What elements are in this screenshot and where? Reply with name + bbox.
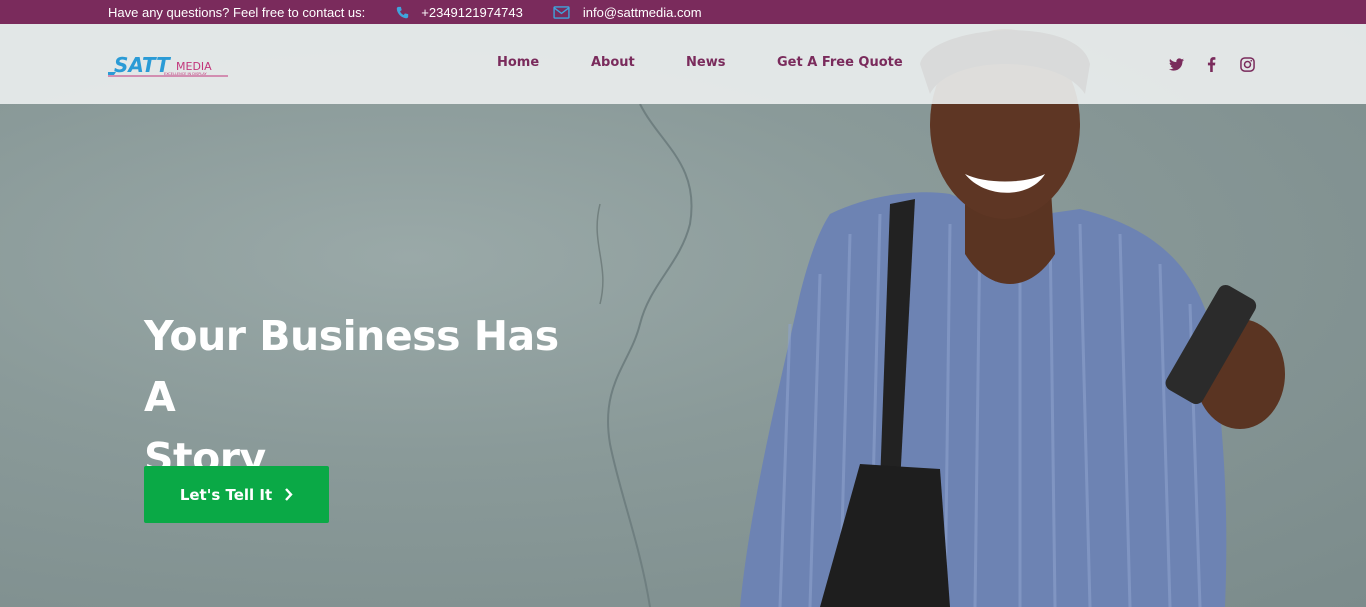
hero-photo-woman: [740, 29, 1285, 607]
phone-number: +2349121974743: [421, 4, 523, 20]
chevron-right-icon: [284, 488, 293, 501]
top-contact-bar: Have any questions? Feel free to contact…: [0, 0, 1366, 24]
cta-label: Let's Tell It: [179, 485, 273, 504]
svg-text:EXCELLENCE IN DISPLAY: EXCELLENCE IN DISPLAY: [164, 72, 207, 76]
lets-tell-it-button[interactable]: Let's Tell It: [144, 466, 329, 523]
email-address: info@sattmedia.com: [582, 4, 702, 20]
main-navbar: SATT MEDIA EXCELLENCE IN DISPLAY Home Ab…: [0, 24, 1366, 104]
instagram-icon[interactable]: [1239, 56, 1255, 72]
envelope-icon: [553, 5, 571, 19]
contact-prompt: Have any questions? Feel free to contact…: [108, 4, 366, 20]
email-contact[interactable]: info@sattmedia.com: [553, 5, 702, 20]
facebook-icon[interactable]: [1203, 56, 1219, 72]
nav-news[interactable]: News: [686, 55, 725, 70]
phone-icon: [395, 5, 409, 19]
satt-media-logo[interactable]: SATT MEDIA EXCELLENCE IN DISPLAY: [108, 54, 230, 78]
hero-headline: Your Business Has A Story: [144, 306, 574, 489]
headline-line-1: Your Business Has A: [144, 312, 559, 421]
nav-about[interactable]: About: [591, 55, 635, 70]
twitter-icon[interactable]: [1168, 56, 1184, 72]
phone-contact[interactable]: +2349121974743: [395, 5, 523, 20]
nav-get-a-free-quote[interactable]: Get A Free Quote: [777, 55, 903, 70]
nav-home[interactable]: Home: [497, 55, 539, 70]
svg-text:SATT: SATT: [114, 54, 171, 77]
